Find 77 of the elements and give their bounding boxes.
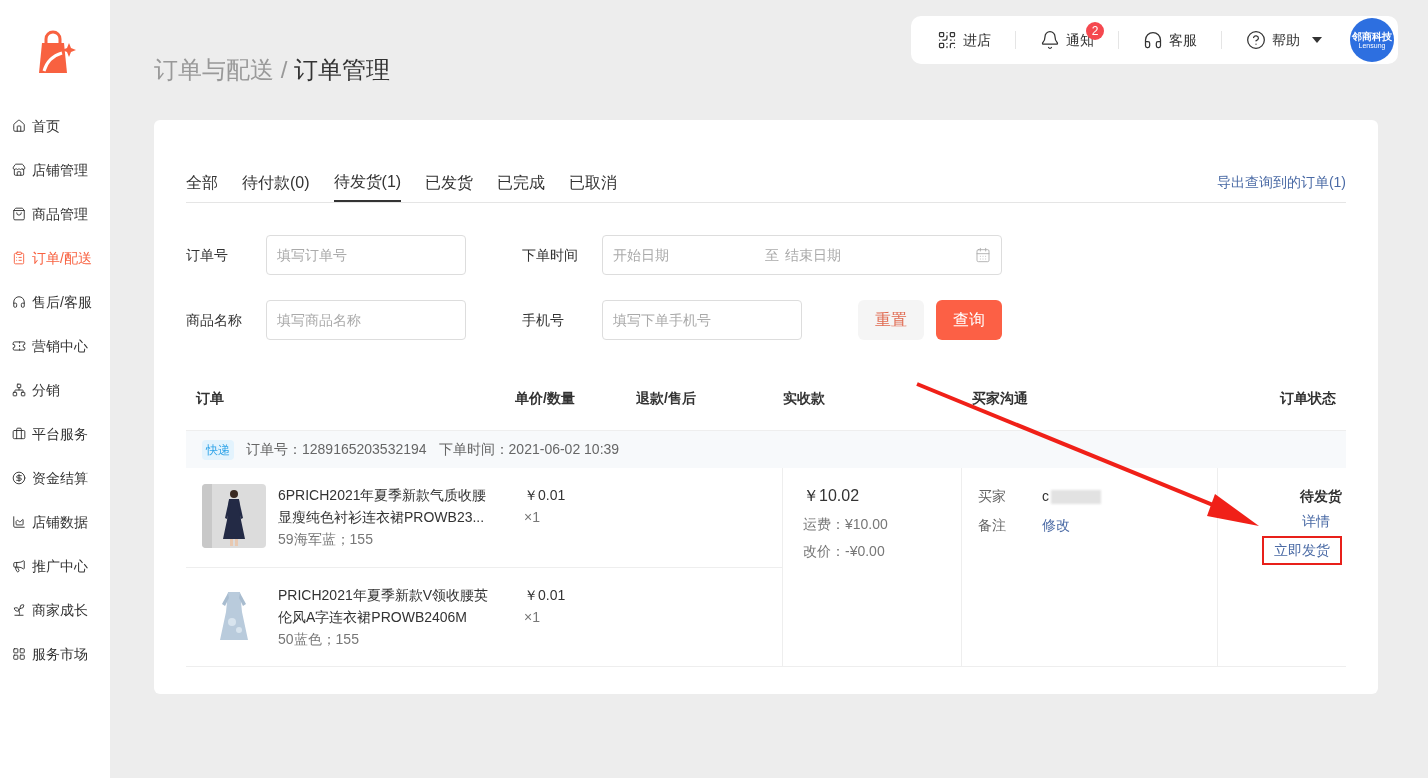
coin-icon bbox=[12, 471, 26, 485]
headset-icon bbox=[12, 295, 26, 309]
caret-icon bbox=[1312, 37, 1322, 43]
tab[interactable]: 待付款(0) bbox=[242, 163, 310, 202]
breadcrumb: 订单与配送 / 订单管理 bbox=[154, 55, 390, 85]
megaphone-icon bbox=[12, 559, 26, 573]
order-status: 待发货 bbox=[1300, 487, 1342, 506]
toolbar-button[interactable]: 帮助 bbox=[1246, 29, 1322, 51]
field-label: 商品名称 bbox=[186, 310, 243, 330]
field-label: 下单时间 bbox=[521, 245, 579, 265]
buyer-label: 买家 bbox=[978, 487, 1007, 506]
shipping-fee: 运费：¥10.00 bbox=[803, 515, 889, 534]
sidebar-item[interactable]: 商品管理 bbox=[0, 192, 110, 236]
clipboard-icon bbox=[12, 251, 26, 265]
product-spec: 59海军蓝；155 bbox=[278, 530, 374, 549]
sidebar-item[interactable]: 营销中心 bbox=[0, 324, 110, 368]
sprout-icon bbox=[12, 603, 26, 617]
export-link[interactable]: 导出查询到的订单(1) bbox=[1216, 163, 1346, 202]
total-amount: ￥10.02 bbox=[803, 486, 861, 506]
ticket-icon bbox=[12, 339, 26, 353]
blur-mask bbox=[1051, 489, 1101, 504]
headset-icon bbox=[1143, 30, 1163, 50]
unit-price: ￥0.01 bbox=[524, 586, 566, 605]
price-adjustment: 改价：-¥0.00 bbox=[803, 542, 886, 561]
help-icon bbox=[1246, 30, 1266, 50]
product-title: PRICH2021年夏季新款V领收腰英伦风A字连衣裙PROWB2406M bbox=[278, 586, 490, 627]
sidebar-item[interactable]: 分销 bbox=[0, 368, 110, 412]
sidebar-item[interactable]: 资金结算 bbox=[0, 456, 110, 500]
delivery-tag: 快递 bbox=[202, 439, 234, 460]
toolbar-button[interactable]: 客服 bbox=[1143, 29, 1197, 51]
tab[interactable]: 已发货 bbox=[425, 163, 474, 202]
grid-icon bbox=[12, 647, 26, 661]
briefcase-icon bbox=[12, 427, 26, 441]
column-header: 退款/售后 bbox=[636, 388, 697, 408]
input-field[interactable]: 填写订单号 bbox=[266, 235, 466, 275]
calendar-icon bbox=[975, 247, 991, 263]
network-icon bbox=[12, 383, 26, 397]
bell-icon bbox=[1040, 30, 1060, 50]
sidebar-item[interactable]: 售后/客服 bbox=[0, 280, 110, 324]
tab[interactable]: 待发货(1) bbox=[333, 163, 402, 202]
order-time: 下单时间：2021-06-02 10:39 bbox=[438, 440, 620, 459]
sidebar-item[interactable]: 店铺数据 bbox=[0, 500, 110, 544]
action-link[interactable]: 详情 bbox=[1302, 511, 1342, 532]
sidebar-item[interactable]: 商家成长 bbox=[0, 588, 110, 632]
field-label: 订单号 bbox=[186, 245, 229, 265]
tab[interactable]: 已完成 bbox=[497, 163, 546, 202]
qr-code-icon bbox=[937, 30, 957, 50]
column-header: 单价/数量 bbox=[515, 388, 576, 408]
bag-icon bbox=[12, 207, 26, 221]
sidebar-item[interactable]: 服务市场 bbox=[0, 632, 110, 676]
column-header: 订单状态 bbox=[1278, 388, 1337, 408]
column-header: 订单 bbox=[194, 388, 225, 408]
input-field[interactable]: 填写下单手机号 bbox=[602, 300, 802, 340]
product-spec: 50蓝色；155 bbox=[278, 630, 360, 649]
sidebar-item[interactable]: 店铺管理 bbox=[0, 148, 110, 192]
tab[interactable]: 已取消 bbox=[569, 163, 618, 202]
action-link[interactable]: 立即发货 bbox=[1262, 536, 1342, 565]
store-icon bbox=[12, 163, 26, 177]
sidebar-item[interactable]: 推广中心 bbox=[0, 544, 110, 588]
product-title: 6PRICH2021年夏季新款气质收腰显瘦纯色衬衫连衣裙PROWB23... bbox=[278, 486, 488, 527]
edit-link[interactable]: 修改 bbox=[1042, 515, 1217, 536]
sidebar-item[interactable]: 平台服务 bbox=[0, 412, 110, 456]
quantity: ×1 bbox=[524, 608, 541, 627]
sidebar-item[interactable]: 首页 bbox=[0, 104, 110, 148]
chart-icon bbox=[12, 515, 26, 529]
quantity: ×1 bbox=[524, 508, 541, 527]
column-header: 买家沟通 bbox=[971, 388, 1029, 408]
order-number: 订单号：1289165203532194 bbox=[246, 440, 427, 459]
home-icon bbox=[12, 119, 26, 133]
field-label: 手机号 bbox=[521, 310, 565, 330]
tab[interactable]: 全部 bbox=[186, 163, 218, 202]
toolbar-button[interactable]: 进店 bbox=[937, 29, 991, 51]
unit-price: ￥0.01 bbox=[524, 486, 566, 505]
column-header: 实收款 bbox=[783, 388, 826, 408]
input-field[interactable]: 填写商品名称 bbox=[266, 300, 466, 340]
remark-label: 备注 bbox=[978, 516, 1007, 535]
buyer-name: c bbox=[1042, 487, 1049, 506]
